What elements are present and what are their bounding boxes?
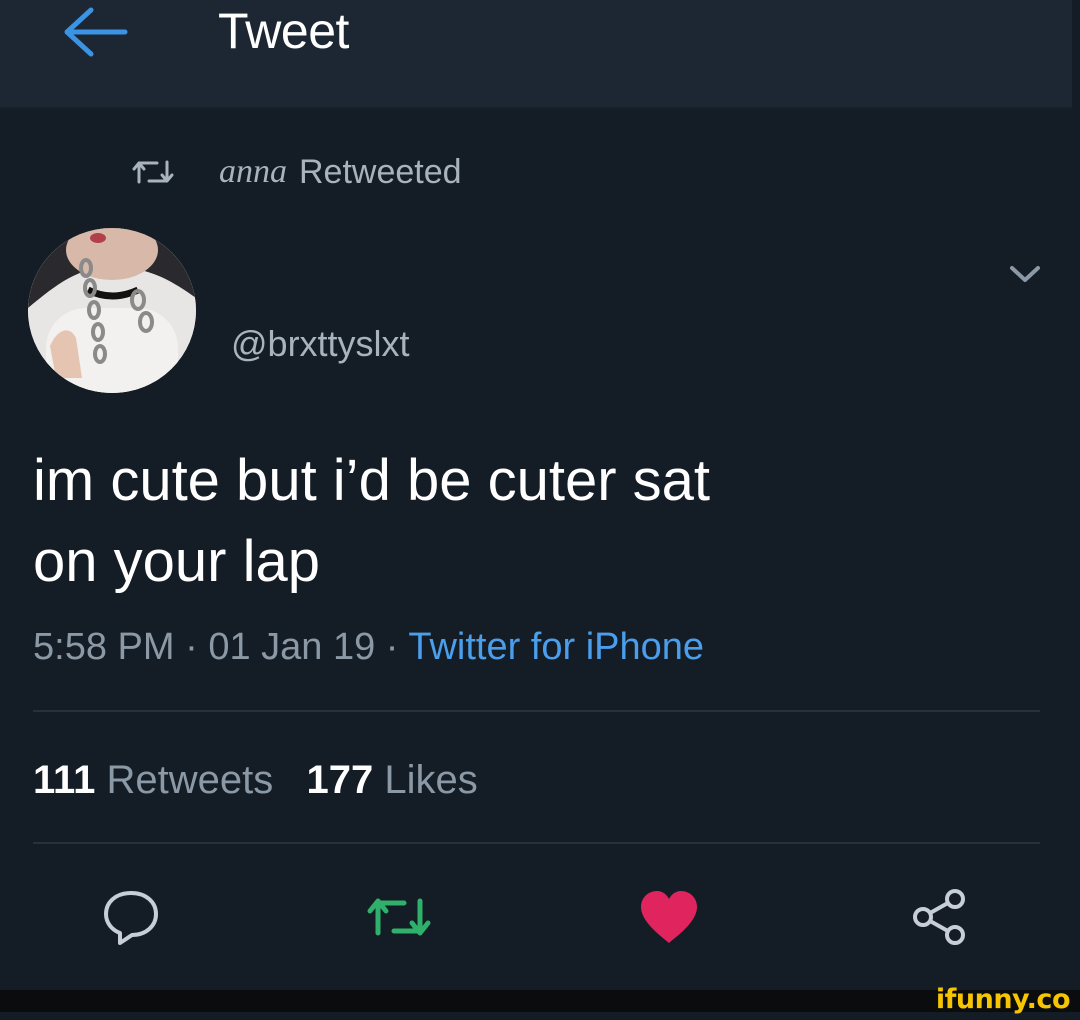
retweets-label: Retweets — [106, 758, 274, 802]
author-handle[interactable]: @brxttyslxt — [231, 322, 410, 366]
tweet-stats: 111 Retweets 177 Likes — [33, 752, 478, 808]
like-button[interactable] — [632, 880, 706, 954]
likes-count: 177 — [306, 758, 374, 802]
tweet-meta: 5:58 PM · 01 Jan 19 · Twitter for iPhone — [33, 620, 704, 674]
tweet-source-link[interactable]: Twitter for iPhone — [408, 626, 704, 668]
chevron-down-icon — [1010, 266, 1040, 282]
retweet-button[interactable] — [362, 880, 436, 954]
arrow-left-icon — [64, 7, 128, 57]
retweeted-label: Retweeted — [299, 152, 462, 191]
retweet-icon — [367, 898, 431, 936]
likes-stat[interactable]: 177 Likes — [307, 752, 478, 808]
tweet-time: 5:58 PM — [33, 626, 175, 668]
bottom-strip — [0, 990, 1080, 1012]
tweet-text: im cute but i’d be cuter sat on your lap — [33, 448, 710, 594]
retweeter-name: anna — [219, 153, 287, 190]
avatar-photo — [28, 228, 196, 393]
top-bar: Tweet — [0, 0, 1072, 109]
back-button[interactable] — [54, 0, 134, 64]
retweets-count: 111 — [33, 758, 96, 802]
divider — [33, 710, 1040, 712]
meta-separator: · — [375, 626, 409, 668]
avatar[interactable] — [28, 228, 196, 393]
retweeted-by[interactable]: anna Retweeted — [131, 147, 462, 197]
page-title: Tweet — [218, 3, 349, 59]
heart-icon — [641, 891, 697, 943]
tweet-date: 01 Jan 19 — [208, 626, 376, 668]
likes-label: Likes — [384, 758, 478, 802]
meta-separator: · — [174, 626, 209, 668]
reply-icon — [104, 891, 158, 945]
divider — [33, 842, 1040, 844]
share-button[interactable] — [902, 880, 976, 954]
watermark-logo: ifunny.co — [935, 984, 1071, 1015]
reply-button[interactable] — [94, 880, 168, 954]
retweet-icon — [132, 160, 174, 184]
retweets-stat[interactable]: 111 Retweets — [33, 752, 273, 808]
more-options-button[interactable] — [1000, 252, 1050, 296]
share-icon — [913, 889, 965, 945]
